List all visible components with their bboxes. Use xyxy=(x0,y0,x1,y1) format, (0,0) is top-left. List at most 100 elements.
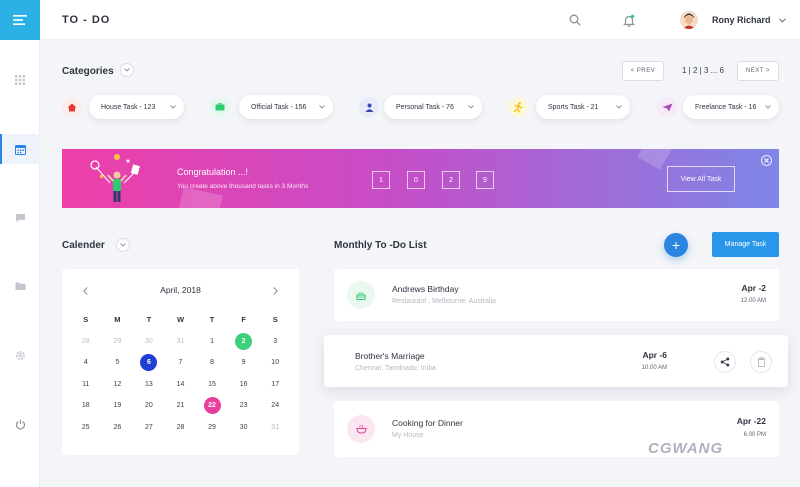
calendar-dropdown[interactable] xyxy=(116,238,130,252)
calendar-next-button[interactable] xyxy=(270,286,280,296)
calendar-day[interactable]: 24 xyxy=(259,395,291,417)
search-button[interactable] xyxy=(566,11,584,29)
calendar-day[interactable]: 11 xyxy=(70,374,102,396)
task-date: Apr -22 xyxy=(736,416,766,426)
calendar-day[interactable]: 22 xyxy=(196,395,228,417)
category-official-icon-wrap xyxy=(210,97,230,117)
calendar-day[interactable]: 17 xyxy=(259,374,291,396)
category-official-task[interactable]: Official Task - 156 xyxy=(239,95,333,119)
calendar-day[interactable]: 25 xyxy=(70,417,102,439)
calendar-day[interactable]: 19 xyxy=(102,395,134,417)
calendar-icon xyxy=(14,144,26,155)
calendar-day[interactable]: 9 xyxy=(228,352,260,374)
calendar-day[interactable]: 21 xyxy=(165,395,197,417)
home-icon xyxy=(67,103,77,111)
calendar-day[interactable]: 29 xyxy=(196,417,228,439)
calendar-day[interactable]: 8 xyxy=(196,352,228,374)
calendar-day[interactable]: 13 xyxy=(133,374,165,396)
categories-dropdown[interactable] xyxy=(120,63,134,77)
calendar-day[interactable]: 2 xyxy=(228,331,260,353)
cake-icon xyxy=(356,291,366,300)
category-house-task[interactable]: House Task - 123 xyxy=(89,95,184,119)
chevron-down-icon xyxy=(765,105,771,109)
app-title: TO - DO xyxy=(62,14,111,26)
calendar-day[interactable]: 30 xyxy=(228,417,260,439)
weekday-header: M xyxy=(114,315,121,325)
calendar-day[interactable]: 29 xyxy=(102,331,134,353)
calendar-day[interactable]: 6 xyxy=(133,352,165,374)
watermark: CGWANG xyxy=(648,440,724,457)
count-digit: 1 xyxy=(372,171,390,189)
calendar-day[interactable]: 18 xyxy=(70,395,102,417)
cooking-pot-icon xyxy=(355,424,367,434)
count-digit: 9 xyxy=(476,171,494,189)
sidebar-item-messages[interactable] xyxy=(0,203,40,233)
calendar-day[interactable]: 3 xyxy=(259,331,291,353)
view-all-task-button[interactable]: View All Task xyxy=(667,166,735,192)
calendar-day[interactable]: 16 xyxy=(228,374,260,396)
sidebar-item-apps[interactable] xyxy=(0,65,40,95)
next-button[interactable]: NEXT > xyxy=(737,61,779,81)
delete-task-button[interactable] xyxy=(750,351,772,373)
category-label: Freelance Task - 16 xyxy=(695,103,757,111)
chevron-down-icon xyxy=(124,68,130,72)
category-sports-task[interactable]: Sports Task - 21 xyxy=(536,95,630,119)
calendar-title: Calender xyxy=(62,240,105,251)
page-numbers[interactable]: 1 | 2 | 3 ... 6 xyxy=(682,66,724,75)
weekday-header: W xyxy=(176,315,185,325)
menu-button[interactable] xyxy=(0,0,40,40)
task-card[interactable]: Brother's Marriage Chennai, Tamilnadu, I… xyxy=(324,335,788,387)
notifications-button[interactable] xyxy=(620,11,638,29)
sidebar-item-calendar[interactable] xyxy=(0,134,40,164)
calendar-day[interactable]: 5 xyxy=(102,352,134,374)
add-task-button[interactable]: + xyxy=(664,233,688,257)
folder-icon xyxy=(15,282,25,290)
task-title: Cooking for Dinner xyxy=(392,418,463,428)
share-task-button[interactable] xyxy=(714,351,736,373)
celebration-illustration-icon xyxy=(90,154,140,202)
calendar-day[interactable]: 15 xyxy=(196,374,228,396)
calendar-day[interactable]: 23 xyxy=(228,395,260,417)
sidebar-item-settings[interactable] xyxy=(0,340,40,370)
calendar-day[interactable]: 1 xyxy=(196,331,228,353)
task-date: Apr -2 xyxy=(741,283,766,293)
manage-task-button[interactable]: Manage Task xyxy=(712,232,779,257)
prev-button[interactable]: < PREV xyxy=(622,61,664,81)
task-time: 10.00 AM xyxy=(641,365,667,371)
category-label: Sports Task - 21 xyxy=(548,103,599,111)
calendar-day[interactable]: 20 xyxy=(133,395,165,417)
calendar-day[interactable]: 12 xyxy=(102,374,134,396)
calendar-day[interactable]: 31 xyxy=(165,331,197,353)
task-icon-wrap xyxy=(347,415,375,443)
avatar xyxy=(680,11,698,29)
category-freelance-icon-wrap xyxy=(657,97,677,117)
bell-icon xyxy=(623,14,635,27)
banner-close-button[interactable] xyxy=(761,155,772,166)
calendar-day[interactable]: 14 xyxy=(165,374,197,396)
calendar-day[interactable]: 10 xyxy=(259,352,291,374)
task-time: 12.00 AM xyxy=(740,298,766,304)
category-personal-task[interactable]: Personal Task - 76 xyxy=(384,95,482,119)
calendar-day[interactable]: 31 xyxy=(259,417,291,439)
calendar-day[interactable]: 26 xyxy=(102,417,134,439)
category-label: Official Task - 156 xyxy=(251,103,307,111)
calendar-day[interactable]: 7 xyxy=(165,352,197,374)
chevron-down-icon xyxy=(170,105,176,109)
category-freelance-task[interactable]: Freelance Task - 16 xyxy=(683,95,779,119)
gear-icon xyxy=(15,350,25,360)
calendar-day[interactable]: 4 xyxy=(70,352,102,374)
user-menu[interactable]: Rony Richard xyxy=(680,11,786,29)
calendar-day[interactable]: 28 xyxy=(70,331,102,353)
chevron-down-icon xyxy=(120,243,126,247)
briefcase-icon xyxy=(215,103,225,111)
task-card[interactable]: Andrews Birthday Restaurant , Melbourne,… xyxy=(334,269,779,321)
chevron-down-icon xyxy=(616,105,622,109)
calendar-day[interactable]: 30 xyxy=(133,331,165,353)
congratulation-banner: Congratulation ...! You create above tho… xyxy=(62,149,779,208)
calendar-month: April, 2018 xyxy=(160,285,201,295)
sidebar-item-logout[interactable] xyxy=(0,409,40,439)
sidebar-item-files[interactable] xyxy=(0,271,40,301)
weekday-header: T xyxy=(209,315,215,325)
calendar-day[interactable]: 28 xyxy=(165,417,197,439)
calendar-day[interactable]: 27 xyxy=(133,417,165,439)
